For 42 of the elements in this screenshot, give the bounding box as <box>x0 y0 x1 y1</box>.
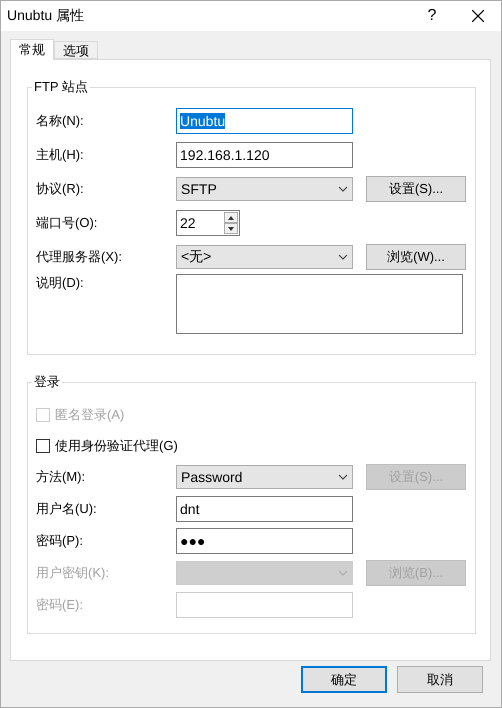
group-title: 登录 <box>33 373 61 391</box>
dropdown[interactable]: <无> <box>176 245 353 269</box>
chevron-down-icon <box>338 474 348 480</box>
field-label: 说明(D): <box>36 274 85 292</box>
down-arrow-icon <box>228 226 234 230</box>
spin-down-button[interactable] <box>224 223 238 234</box>
text-field[interactable]: ●●● <box>176 528 353 554</box>
text-field[interactable]: dnt <box>176 496 353 522</box>
tab[interactable]: 选项 <box>54 41 98 59</box>
chevron-down-icon <box>338 570 348 576</box>
chevron-down-icon <box>338 186 348 192</box>
group-title: FTP 站点 <box>33 78 89 96</box>
field-label: 代理服务器(X): <box>36 248 123 266</box>
window-title: Unubtu 属性 <box>7 7 86 25</box>
field-label: 密码(E): <box>36 596 84 614</box>
field-label: 协议(R): <box>36 180 85 198</box>
action-button[interactable]: 设置(S)... <box>366 176 466 202</box>
field-label: 用户名(U): <box>36 500 98 518</box>
field-label: 名称(N): <box>36 112 85 130</box>
field-label: 方法(M): <box>36 468 86 486</box>
tab[interactable]: 常规 <box>10 39 54 60</box>
dialog-button[interactable]: 确定 <box>301 666 387 693</box>
action-button[interactable]: 浏览(W)... <box>366 244 466 270</box>
field-label: 主机(H): <box>36 146 85 164</box>
description-field[interactable] <box>176 274 463 334</box>
up-arrow-icon <box>228 216 234 220</box>
chevron-down-icon <box>338 254 348 260</box>
dropdown[interactable]: Password <box>176 465 353 489</box>
field-label: 用户密钥(K): <box>36 564 110 582</box>
field-label: 端口号(O): <box>36 214 98 232</box>
text-field[interactable]: 192.168.1.120 <box>176 142 353 168</box>
checkbox-label: 使用身份验证代理(G) <box>55 436 178 454</box>
close-icon <box>472 10 484 22</box>
checkbox-label: 匿名登录(A) <box>55 406 124 424</box>
dropdown[interactable]: SFTP <box>176 177 353 201</box>
help-button[interactable]: ? <box>409 1 455 31</box>
field-label: 密码(P): <box>36 532 84 550</box>
spin-up-button[interactable] <box>224 212 238 223</box>
checkbox[interactable] <box>36 438 50 452</box>
dialog-button[interactable]: 取消 <box>397 666 483 693</box>
number-field[interactable]: 22 <box>176 210 240 236</box>
text-field[interactable]: Unubtu <box>176 108 353 134</box>
